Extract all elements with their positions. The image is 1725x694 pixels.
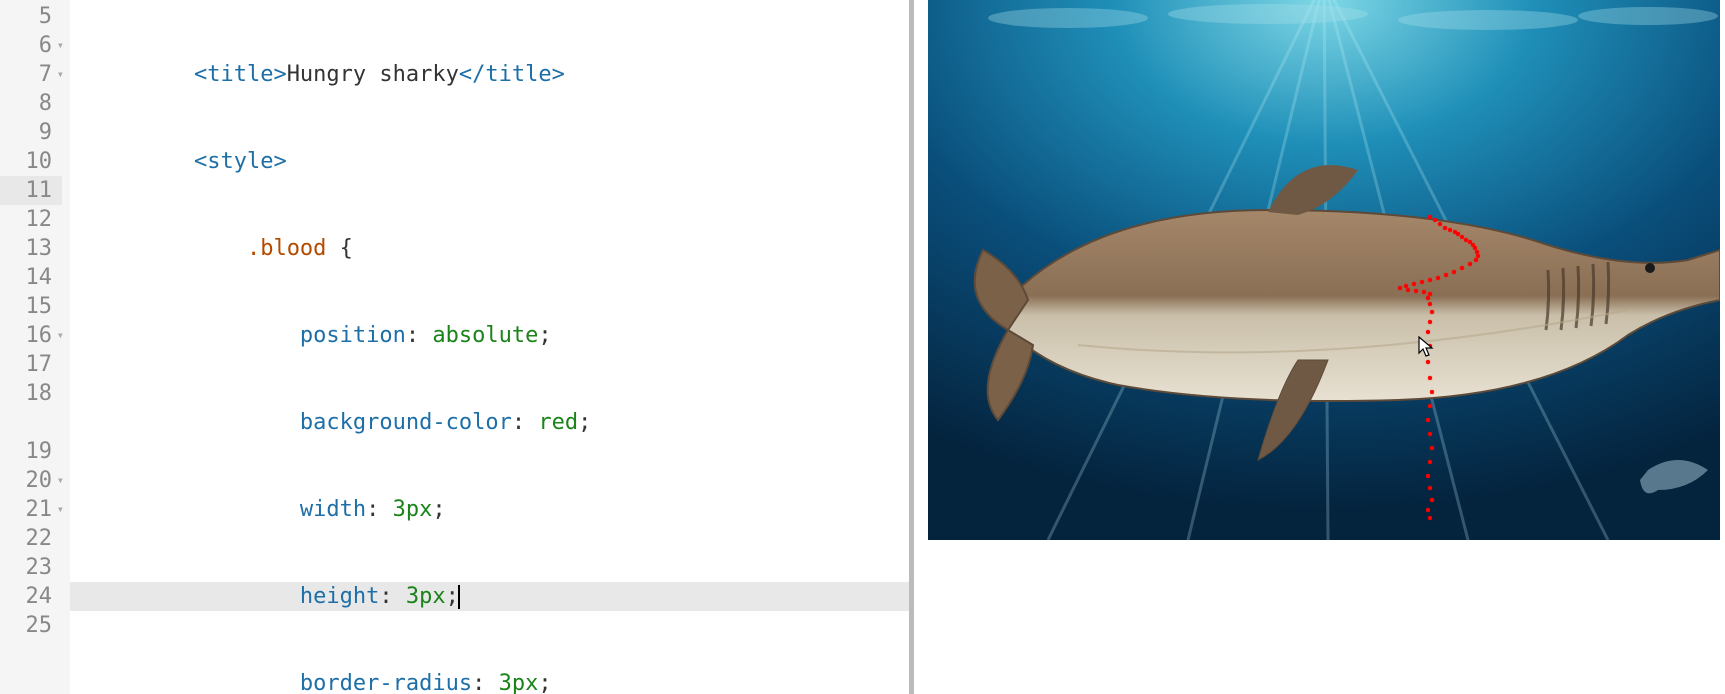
code-line: .blood { — [70, 234, 909, 263]
code-line-active: height: 3px; — [70, 582, 909, 611]
code-line: position: absolute; — [70, 321, 909, 350]
mouse-cursor-icon — [1418, 336, 1434, 358]
preview-pane[interactable] — [914, 0, 1725, 694]
shark-image — [928, 0, 1720, 540]
code-line: <title>Hungry sharky</title> — [70, 60, 909, 89]
code-line: background-color: red; — [70, 408, 909, 437]
code-text-area[interactable]: <title>Hungry sharky</title> <style> .bl… — [70, 2, 909, 694]
line-number-gutter: 56▾7▾8910111213141516▾1718 1920▾21▾22232… — [0, 0, 70, 694]
code-line: border-radius: 3px; — [70, 669, 909, 694]
code-editor-pane[interactable]: 56▾7▾8910111213141516▾1718 1920▾21▾22232… — [0, 0, 914, 694]
code-line: width: 3px; — [70, 495, 909, 524]
code-line: <style> — [70, 147, 909, 176]
text-cursor — [458, 585, 460, 609]
preview-document[interactable] — [928, 0, 1725, 540]
